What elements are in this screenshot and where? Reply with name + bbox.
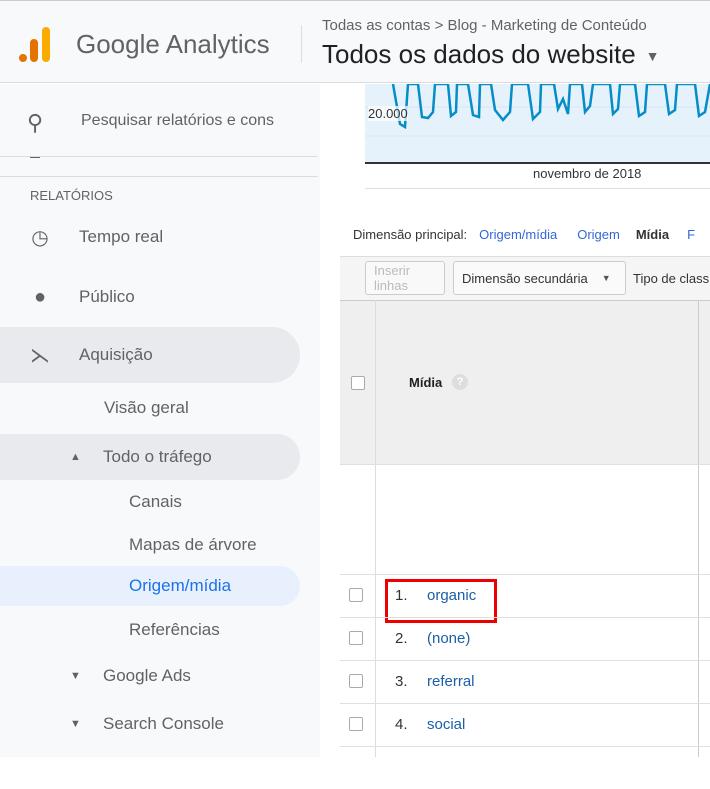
row-link[interactable]: (none) [427, 630, 470, 647]
sidebar-item-canais[interactable]: Canais [0, 479, 300, 525]
insert-rows-button[interactable]: Inserir linhas [365, 261, 445, 295]
sidebar-item-origem-midia[interactable]: Origem/mídia [0, 566, 300, 606]
dimension-label: Dimensão principal: [353, 227, 468, 242]
divider [365, 188, 710, 189]
acquisition-icon: ⋋ [30, 344, 50, 367]
label: Canais [129, 492, 182, 511]
line-chart [365, 82, 710, 162]
y-tick-label: 20.000 [368, 106, 408, 121]
clock-icon: ◷ [31, 226, 49, 249]
triangle-down-icon: ▼ [70, 718, 81, 730]
person-icon: ● [33, 285, 47, 308]
label: Visão geral [104, 398, 189, 417]
label: Tempo real [79, 227, 164, 246]
row-link[interactable]: social [427, 716, 465, 733]
divider [301, 25, 302, 63]
view-name: Todos os dados do website [322, 39, 636, 69]
column-header-midia[interactable]: Mídia [409, 375, 442, 390]
caret-down-icon: ▼ [645, 48, 660, 65]
label: Dimensão secundária [462, 270, 588, 286]
row-checkbox[interactable] [349, 674, 363, 688]
sidebar-item-todo-trafego[interactable]: ▲ Todo o tráfego [0, 434, 300, 480]
search-input[interactable]: Pesquisar relatórios e cons [81, 112, 274, 130]
label: Todo o tráfego [103, 447, 212, 466]
x-axis-label: novembro de 2018 [533, 166, 642, 181]
sidebar-item-visao-geral[interactable]: Visão geral [0, 385, 300, 431]
label: Referências [129, 620, 220, 639]
sidebar-item-publico[interactable]: ● Público [0, 274, 300, 320]
search-icon: ⚲ [27, 110, 44, 135]
x-axis [365, 162, 710, 164]
analytics-logo-icon [19, 27, 50, 62]
dimension-origem[interactable]: Origem [577, 227, 620, 242]
row-checkbox[interactable] [349, 588, 363, 602]
help-icon[interactable]: ? [452, 374, 468, 390]
search-box[interactable]: ⚲ Pesquisar relatórios e cons [0, 84, 320, 156]
triangle-down-icon: ▼ [70, 670, 81, 682]
divider [0, 156, 318, 157]
sort-type-label[interactable]: Tipo de class [633, 271, 709, 286]
table-row: 4. social [340, 703, 710, 746]
dimension-midia[interactable]: Mídia [636, 227, 669, 242]
sidebar-item-tempo-real[interactable]: ◷ Tempo real [0, 214, 300, 260]
sidebar-item-aquisicao[interactable]: ⋋ Aquisição [0, 327, 300, 383]
table-toolbar: Inserir linhas Dimensão secundária ▼ Tipo… [340, 256, 710, 300]
row-checkbox[interactable] [349, 717, 363, 731]
table-row [340, 746, 710, 789]
label: Público [79, 287, 135, 306]
caret-down-icon: ▼ [601, 273, 611, 283]
view-selector[interactable]: Todos os dados do website ▼ [322, 39, 660, 70]
app-header: Google Analytics Todas as contas > Blog … [0, 0, 710, 83]
dimension-more[interactable]: F [687, 227, 695, 242]
chart-line [365, 82, 710, 137]
divider [0, 176, 318, 177]
select-all-checkbox[interactable] [351, 376, 365, 390]
breadcrumb[interactable]: Todas as contas > Blog - Marketing de Co… [322, 17, 647, 34]
table-row: 3. referral [340, 660, 710, 703]
dimension-origem-midia[interactable]: Origem/mídia [479, 227, 557, 242]
triangle-up-icon: ▲ [70, 451, 81, 463]
table-row: 2. (none) [340, 617, 710, 660]
row-link[interactable]: referral [427, 673, 475, 690]
row-number: 2. [395, 630, 408, 647]
section-title: RELATÓRIOS [30, 188, 113, 203]
report-main: 20.000 novembro de 2018 Dimensão princip… [340, 82, 710, 757]
label: Mapas de árvore [129, 535, 257, 554]
label: Aquisição [79, 345, 153, 364]
sidebar-item-referencias[interactable]: Referências [0, 607, 300, 653]
primary-dimension-bar: Dimensão principal: Origem/mídia Origem Míd… [353, 227, 695, 242]
dash [30, 157, 40, 158]
label: Search Console [103, 714, 224, 733]
brand-name: Google Analytics [76, 29, 270, 59]
table-header: Mídia ? [340, 300, 710, 464]
totals-row [340, 464, 710, 574]
row-number: 4. [395, 716, 408, 733]
sidebar-item-search-console[interactable]: ▼ Search Console [0, 701, 300, 747]
secondary-dimension-dropdown[interactable]: Dimensão secundária ▼ [453, 261, 626, 295]
sidebar: ⚲ Pesquisar relatórios e cons RELATÓRIOS… [0, 84, 320, 757]
table-row: 1. organic [340, 574, 710, 623]
row-number: 3. [395, 673, 408, 690]
sidebar-item-google-ads[interactable]: ▼ Google Ads [0, 653, 300, 699]
sidebar-item-mapas[interactable]: Mapas de árvore [0, 522, 300, 568]
label: Origem/mídia [129, 576, 232, 595]
row-checkbox[interactable] [349, 631, 363, 645]
label: Google Ads [103, 666, 191, 685]
